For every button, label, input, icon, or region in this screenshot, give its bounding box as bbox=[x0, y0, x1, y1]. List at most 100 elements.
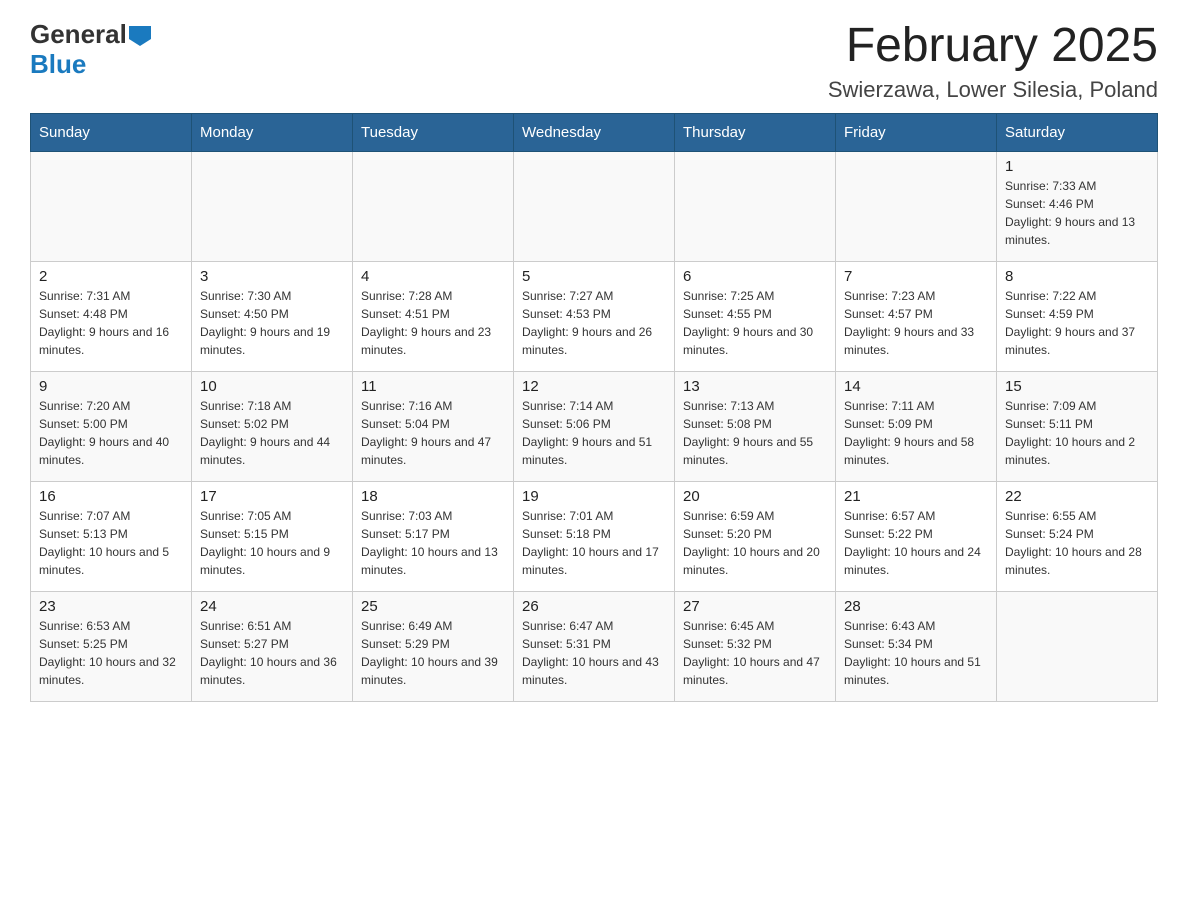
calendar-cell: 19Sunrise: 7:01 AM Sunset: 5:18 PM Dayli… bbox=[514, 481, 675, 591]
day-info: Sunrise: 7:28 AM Sunset: 4:51 PM Dayligh… bbox=[361, 287, 505, 359]
day-number: 15 bbox=[1005, 378, 1149, 395]
weekday-header-monday: Monday bbox=[192, 113, 353, 151]
day-info: Sunrise: 7:31 AM Sunset: 4:48 PM Dayligh… bbox=[39, 287, 183, 359]
calendar-cell: 15 Sunrise: 7:09 AM Sunset: 5:11 PM Dayli… bbox=[997, 371, 1158, 481]
calendar-cell: 12 Sunrise: 7:14 AM Sunset: 5:06 PM Dayli… bbox=[514, 371, 675, 481]
calendar-cell: 16 Sunrise: 7:07 AM Sunset: 5:13 PM Dayli… bbox=[31, 481, 192, 591]
day-info: Sunrise: 6:45 AM Sunset: 5:32 PM Dayligh… bbox=[683, 617, 827, 689]
calendar-cell: 23Sunrise: 6:53 AM Sunset: 5:25 PM Dayli… bbox=[31, 591, 192, 701]
day-info: Sunrise: 7:05 AM Sunset: 5:15 PM Dayligh… bbox=[200, 507, 344, 579]
day-number: 24 bbox=[200, 598, 344, 615]
location: Swierzawa, Lower Silesia, Poland bbox=[828, 77, 1158, 103]
day-info: Sunrise: 7:20 AM Sunset: 5:00 PM Dayligh… bbox=[39, 397, 183, 469]
day-number: 6 bbox=[683, 268, 827, 285]
day-info: Sunrise: 7:25 AM Sunset: 4:55 PM Dayligh… bbox=[683, 287, 827, 359]
calendar-cell: 3Sunrise: 7:30 AM Sunset: 4:50 PM Daylig… bbox=[192, 261, 353, 371]
calendar-table: SundayMondayTuesdayWednesdayThursdayFrid… bbox=[30, 113, 1158, 702]
day-info: Sunrise: 7:23 AM Sunset: 4:57 PM Dayligh… bbox=[844, 287, 988, 359]
day-info: Sunrise: 7:33 AM Sunset: 4:46 PM Dayligh… bbox=[1005, 177, 1149, 249]
day-info: Sunrise: 7:16 AM Sunset: 5:04 PM Dayligh… bbox=[361, 397, 505, 469]
calendar-cell: 25 Sunrise: 6:49 AM Sunset: 5:29 PM Dayli… bbox=[353, 591, 514, 701]
day-number: 3 bbox=[200, 268, 344, 285]
day-number: 12 bbox=[522, 378, 666, 395]
day-info: Sunrise: 6:55 AM Sunset: 5:24 PM Dayligh… bbox=[1005, 507, 1149, 579]
calendar-cell: 1 Sunrise: 7:33 AM Sunset: 4:46 PM Daylig… bbox=[997, 151, 1158, 261]
calendar-cell: 22 Sunrise: 6:55 AM Sunset: 5:24 PM Dayli… bbox=[997, 481, 1158, 591]
day-number: 26 bbox=[522, 598, 666, 615]
day-info: Sunrise: 6:47 AM Sunset: 5:31 PM Dayligh… bbox=[522, 617, 666, 689]
day-info: Sunrise: 7:27 AM Sunset: 4:53 PM Dayligh… bbox=[522, 287, 666, 359]
calendar-cell: 28 Sunrise: 6:43 AM Sunset: 5:34 PM Dayli… bbox=[836, 591, 997, 701]
day-info: Sunrise: 7:14 AM Sunset: 5:06 PM Dayligh… bbox=[522, 397, 666, 469]
title-section: February 2025 Swierzawa, Lower Silesia, … bbox=[828, 20, 1158, 103]
day-number: 21 bbox=[844, 488, 988, 505]
day-number: 16 bbox=[39, 488, 183, 505]
day-info: Sunrise: 7:01 AM Sunset: 5:18 PM Dayligh… bbox=[522, 507, 666, 579]
day-number: 22 bbox=[1005, 488, 1149, 505]
day-number: 10 bbox=[200, 378, 344, 395]
weekday-header-sunday: Sunday bbox=[31, 113, 192, 151]
day-number: 2 bbox=[39, 268, 183, 285]
day-info: Sunrise: 6:59 AM Sunset: 5:20 PM Dayligh… bbox=[683, 507, 827, 579]
logo-text-general: General bbox=[30, 20, 151, 50]
logo-text-blue: Blue bbox=[30, 50, 151, 80]
day-number: 13 bbox=[683, 378, 827, 395]
calendar-cell: 27 Sunrise: 6:45 AM Sunset: 5:32 PM Dayli… bbox=[675, 591, 836, 701]
logo-triangle-icon bbox=[129, 26, 151, 46]
day-info: Sunrise: 7:03 AM Sunset: 5:17 PM Dayligh… bbox=[361, 507, 505, 579]
day-info: Sunrise: 7:18 AM Sunset: 5:02 PM Dayligh… bbox=[200, 397, 344, 469]
calendar-cell: 18 Sunrise: 7:03 AM Sunset: 5:17 PM Dayli… bbox=[353, 481, 514, 591]
day-number: 7 bbox=[844, 268, 988, 285]
calendar-cell: 5 Sunrise: 7:27 AM Sunset: 4:53 PM Daylig… bbox=[514, 261, 675, 371]
day-number: 17 bbox=[200, 488, 344, 505]
calendar-week-row: 1 Sunrise: 7:33 AM Sunset: 4:46 PM Daylig… bbox=[31, 151, 1158, 261]
day-number: 18 bbox=[361, 488, 505, 505]
day-number: 5 bbox=[522, 268, 666, 285]
day-info: Sunrise: 7:22 AM Sunset: 4:59 PM Dayligh… bbox=[1005, 287, 1149, 359]
logo: General Blue bbox=[30, 20, 151, 80]
calendar-cell: 24 Sunrise: 6:51 AM Sunset: 5:27 PM Dayli… bbox=[192, 591, 353, 701]
calendar-cell: 11Sunrise: 7:16 AM Sunset: 5:04 PM Dayli… bbox=[353, 371, 514, 481]
calendar-cell: 4Sunrise: 7:28 AM Sunset: 4:51 PM Daylig… bbox=[353, 261, 514, 371]
day-number: 9 bbox=[39, 378, 183, 395]
calendar-cell: 14 Sunrise: 7:11 AM Sunset: 5:09 PM Dayli… bbox=[836, 371, 997, 481]
day-info: Sunrise: 6:57 AM Sunset: 5:22 PM Dayligh… bbox=[844, 507, 988, 579]
day-number: 25 bbox=[361, 598, 505, 615]
day-info: Sunrise: 7:07 AM Sunset: 5:13 PM Dayligh… bbox=[39, 507, 183, 579]
calendar-cell: 17 Sunrise: 7:05 AM Sunset: 5:15 PM Dayli… bbox=[192, 481, 353, 591]
weekday-header-saturday: Saturday bbox=[997, 113, 1158, 151]
day-number: 8 bbox=[1005, 268, 1149, 285]
day-number: 28 bbox=[844, 598, 988, 615]
calendar-cell: 2 Sunrise: 7:31 AM Sunset: 4:48 PM Daylig… bbox=[31, 261, 192, 371]
day-number: 1 bbox=[1005, 158, 1149, 175]
calendar-week-row: 2 Sunrise: 7:31 AM Sunset: 4:48 PM Daylig… bbox=[31, 261, 1158, 371]
calendar-cell bbox=[514, 151, 675, 261]
calendar-cell bbox=[31, 151, 192, 261]
day-info: Sunrise: 6:49 AM Sunset: 5:29 PM Dayligh… bbox=[361, 617, 505, 689]
calendar-cell: 9 Sunrise: 7:20 AM Sunset: 5:00 PM Daylig… bbox=[31, 371, 192, 481]
day-info: Sunrise: 7:13 AM Sunset: 5:08 PM Dayligh… bbox=[683, 397, 827, 469]
calendar-cell: 20Sunrise: 6:59 AM Sunset: 5:20 PM Dayli… bbox=[675, 481, 836, 591]
calendar-cell: 10 Sunrise: 7:18 AM Sunset: 5:02 PM Dayli… bbox=[192, 371, 353, 481]
weekday-header-wednesday: Wednesday bbox=[514, 113, 675, 151]
calendar-cell: 6 Sunrise: 7:25 AM Sunset: 4:55 PM Daylig… bbox=[675, 261, 836, 371]
calendar-cell: 21 Sunrise: 6:57 AM Sunset: 5:22 PM Dayli… bbox=[836, 481, 997, 591]
calendar-cell bbox=[836, 151, 997, 261]
day-info: Sunrise: 7:09 AM Sunset: 5:11 PM Dayligh… bbox=[1005, 397, 1149, 469]
weekday-header-thursday: Thursday bbox=[675, 113, 836, 151]
calendar-week-row: 23Sunrise: 6:53 AM Sunset: 5:25 PM Dayli… bbox=[31, 591, 1158, 701]
calendar-cell bbox=[997, 591, 1158, 701]
day-number: 14 bbox=[844, 378, 988, 395]
calendar-cell: 13 Sunrise: 7:13 AM Sunset: 5:08 PM Dayli… bbox=[675, 371, 836, 481]
day-info: Sunrise: 6:51 AM Sunset: 5:27 PM Dayligh… bbox=[200, 617, 344, 689]
weekday-header-friday: Friday bbox=[836, 113, 997, 151]
day-info: Sunrise: 6:43 AM Sunset: 5:34 PM Dayligh… bbox=[844, 617, 988, 689]
page-header: General Blue February 2025 Swierzawa, Lo… bbox=[30, 20, 1158, 103]
weekday-header-tuesday: Tuesday bbox=[353, 113, 514, 151]
calendar-cell: 26 Sunrise: 6:47 AM Sunset: 5:31 PM Dayli… bbox=[514, 591, 675, 701]
month-title: February 2025 bbox=[828, 20, 1158, 73]
day-number: 23 bbox=[39, 598, 183, 615]
calendar-week-row: 16 Sunrise: 7:07 AM Sunset: 5:13 PM Dayli… bbox=[31, 481, 1158, 591]
day-info: Sunrise: 7:11 AM Sunset: 5:09 PM Dayligh… bbox=[844, 397, 988, 469]
day-number: 27 bbox=[683, 598, 827, 615]
